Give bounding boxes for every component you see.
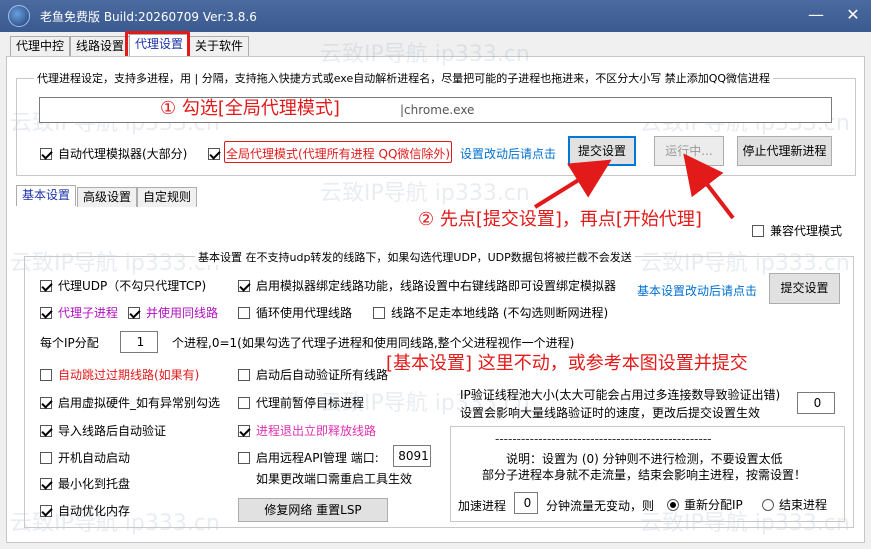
checkbox-mark: [40, 451, 52, 464]
checkbox-mark: [40, 396, 52, 409]
port-note: 如果更改端口需重启工具生效: [256, 472, 413, 486]
proxy-udp-checkbox[interactable]: 代理UDP（不勾只代理TCP): [40, 277, 206, 294]
auto-verify-import-checkbox[interactable]: 导入线路后自动验证: [40, 422, 166, 439]
auto-verify-import-label: 导入线路后自动验证: [58, 424, 167, 438]
checkbox-mark: [40, 279, 52, 292]
release-on-exit-checkbox[interactable]: 进程退出立即释放线路: [238, 422, 376, 439]
port-input[interactable]: 8091: [393, 445, 431, 467]
accel-input[interactable]: 0: [514, 492, 538, 514]
release-on-exit-label: 进程退出立即释放线路: [256, 424, 377, 438]
auto-start-label: 开机自动启动: [58, 451, 131, 465]
basic-hint: 基本设置改动后请点击: [637, 284, 758, 298]
loop-proxy-label: 循环使用代理线路: [256, 306, 353, 320]
checkbox-mark: [752, 224, 764, 237]
radio-realloc-label: 重新分配IP: [684, 498, 743, 512]
verify-on-start-label: 启动后自动验证所有线路: [256, 368, 389, 382]
same-line-label: 并使用同线路: [146, 306, 219, 320]
proxy-udp-label: 代理UDP（不勾只代理TCP): [58, 279, 207, 293]
checkbox-mark: [238, 396, 250, 409]
pool-size-input[interactable]: 0: [797, 392, 835, 414]
arrow-to-submit: [533, 159, 612, 209]
pool-line2: 设置会影响大量线路验证时的速度，更改后提交设置生效: [460, 406, 761, 420]
radio-end[interactable]: 结束进程: [762, 496, 827, 513]
no-local-checkbox[interactable]: 线路不足走本地线路 (不勾选则断网进程): [373, 304, 608, 321]
pause-target-checkbox[interactable]: 代理前暂停目标进程: [238, 394, 364, 411]
checkbox-mark: [238, 451, 250, 464]
repair-network-button[interactable]: 修复网络 重置LSP: [238, 498, 388, 522]
auto-start-checkbox[interactable]: 开机自动启动: [40, 449, 130, 466]
annotation-step2: ② 先点[提交设置]，再点[开始代理]: [418, 209, 702, 230]
annotation-step3: [基本设置] 这里不动，或参考本图设置并提交: [386, 353, 748, 374]
pool-line1: IP验证线程池大小(太大可能会占用过多连接数导致验证出错): [460, 388, 781, 402]
proxy-child-checkbox[interactable]: 代理子进程: [40, 304, 118, 321]
subtab-basic[interactable]: 基本设置: [16, 185, 77, 206]
compat-mode-label: 兼容代理模式: [770, 224, 843, 238]
remote-api-label: 启用远程API管理 端口:: [256, 451, 379, 465]
subtab-custom-rules[interactable]: 自定规则: [137, 187, 198, 207]
skip-expired-checkbox[interactable]: 自动跳过过期线路(如果有): [40, 366, 199, 383]
note1: 说明：设置为 (0) 分钟则不进行检测，不要设置太低: [506, 452, 783, 466]
radio-end-label: 结束进程: [779, 498, 828, 512]
compat-mode-checkbox[interactable]: 兼容代理模式: [752, 222, 842, 239]
remote-api-checkbox[interactable]: 启用远程API管理 端口:: [238, 449, 379, 466]
auto-optimize-checkbox[interactable]: 自动优化内存: [40, 502, 130, 519]
skip-expired-label: 自动跳过过期线路(如果有): [58, 368, 200, 382]
checkbox-mark: [373, 306, 385, 319]
checkbox-mark: [128, 306, 140, 319]
accel-label: 加速进程: [458, 499, 507, 513]
checkbox-mark: [40, 368, 52, 381]
checkbox-mark: [40, 477, 52, 490]
virtual-hw-label: 启用虚拟硬件_如有异常别勾选: [58, 396, 221, 410]
sim-bind-checkbox[interactable]: 启用模拟器绑定线路功能，线路设置中右键线路即可设置绑定模拟器: [238, 277, 616, 294]
radio-realloc[interactable]: 重新分配IP: [667, 496, 743, 513]
checkbox-mark: [238, 279, 250, 292]
radio-mark: [762, 498, 774, 511]
checkbox-mark: [40, 504, 52, 517]
proxy-child-label: 代理子进程: [58, 306, 119, 320]
checkbox-mark: [238, 424, 250, 437]
basic-settings-group-title: 基本设置 在不支持udp转发的线路下，如果勾选代理UDP，UDP数据包将被拦截不…: [195, 249, 635, 265]
min-tray-label: 最小化到托盘: [58, 477, 131, 491]
pause-target-label: 代理前暂停目标进程: [256, 396, 365, 410]
same-line-checkbox[interactable]: 并使用同线路: [128, 304, 218, 321]
subtab-advanced[interactable]: 高级设置: [77, 187, 138, 207]
ip-alloc-input[interactable]: 1: [120, 331, 158, 353]
accel-desc: 分钟流量无变动，则: [546, 499, 655, 513]
verify-on-start-checkbox[interactable]: 启动后自动验证所有线路: [238, 366, 388, 383]
basic-submit-button[interactable]: 提交设置: [769, 273, 840, 304]
loop-proxy-checkbox[interactable]: 循环使用代理线路: [238, 304, 352, 321]
auto-optimize-label: 自动优化内存: [58, 504, 131, 518]
radio-mark: [667, 498, 679, 511]
checkbox-mark: [40, 424, 52, 437]
checkbox-mark: [238, 368, 250, 381]
virtual-hw-checkbox[interactable]: 启用虚拟硬件_如有异常别勾选: [40, 394, 220, 411]
sim-bind-label: 启用模拟器绑定线路功能，线路设置中右键线路即可设置绑定模拟器: [256, 279, 617, 293]
checkbox-mark: [238, 306, 250, 319]
checkbox-mark: [40, 306, 52, 319]
ip-alloc-label: 每个IP分配: [40, 336, 99, 350]
note2: 部分子进程本身就不走流量，结束会影响主进程，按需设置！: [482, 468, 807, 482]
no-local-label: 线路不足走本地线路 (不勾选则断网进程): [391, 306, 609, 320]
min-tray-checkbox[interactable]: 最小化到托盘: [40, 475, 130, 492]
dashes-line: ----------------------------------------…: [495, 432, 712, 446]
